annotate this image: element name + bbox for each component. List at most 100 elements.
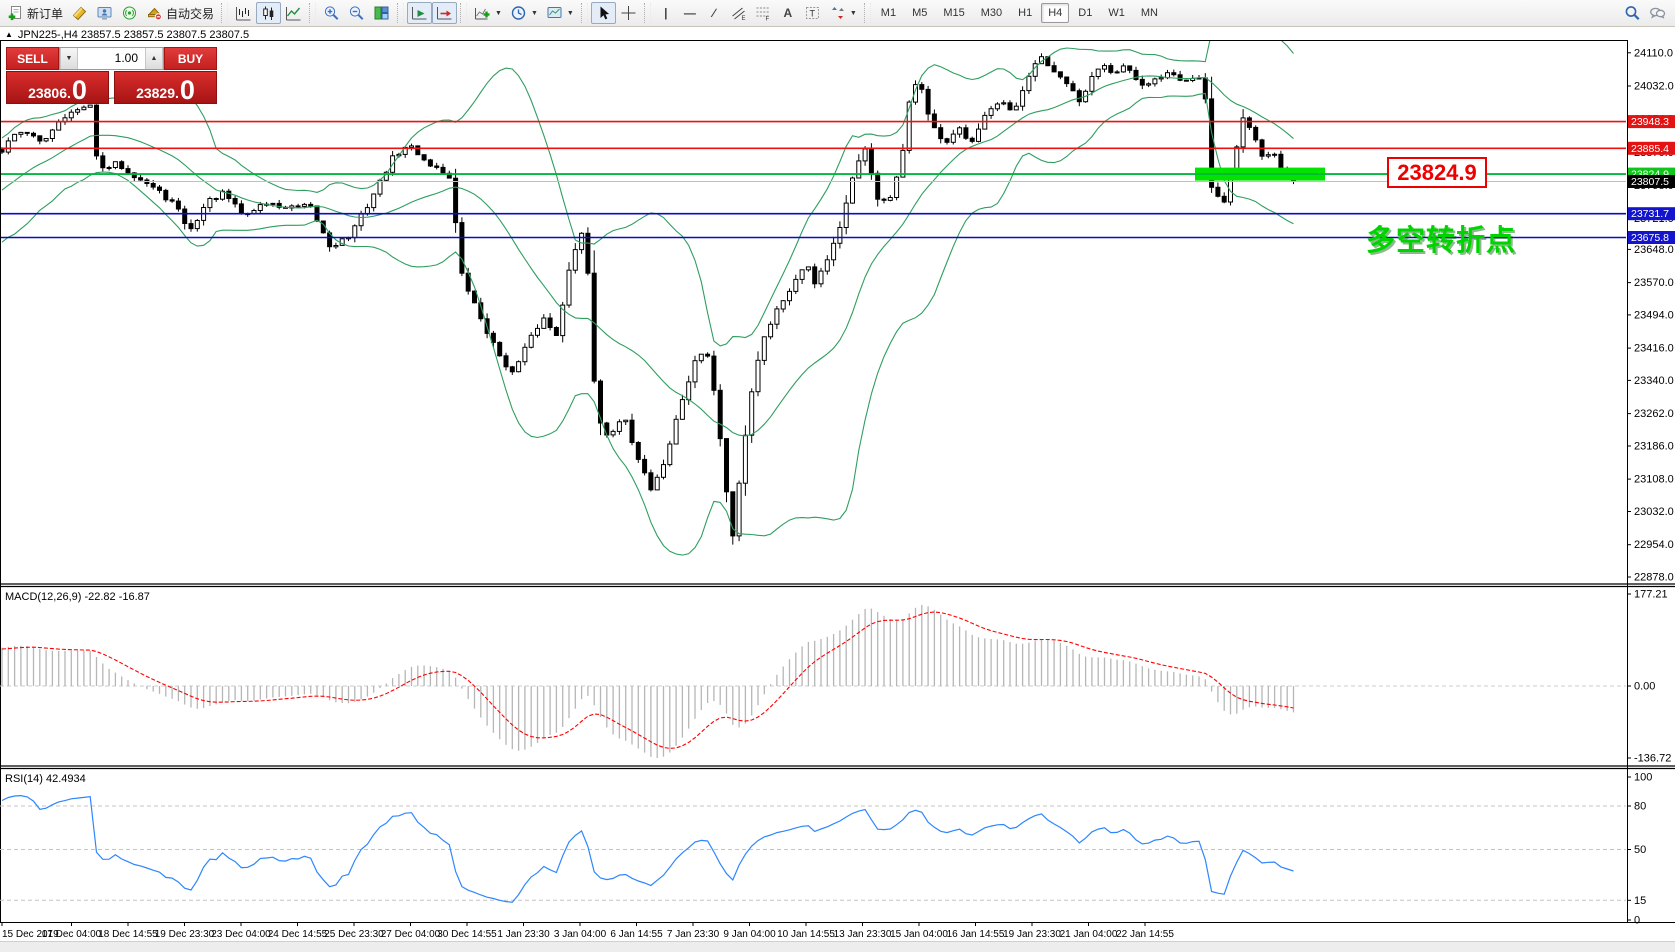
- auto-scroll-button[interactable]: [407, 2, 432, 24]
- time-tick-label: 7 Jan 23:30: [667, 929, 720, 940]
- channel-tool-button[interactable]: E: [726, 2, 751, 24]
- timeframe-m15-button[interactable]: M15: [936, 3, 971, 23]
- rsi-label: RSI(14) 42.4934: [5, 773, 86, 785]
- crosshair-icon: [620, 5, 637, 21]
- price-tick-label: 23186.0: [1634, 441, 1674, 453]
- volume-up-button[interactable]: ▲: [145, 48, 163, 69]
- indicators-icon: [474, 5, 491, 21]
- tile-windows-button[interactable]: [369, 2, 394, 24]
- volume-down-button[interactable]: ▼: [60, 48, 78, 69]
- cursor-icon: [595, 5, 612, 21]
- time-tick-label: 10 Jan 14:55: [777, 929, 835, 940]
- timeframe-w1-button[interactable]: W1: [1101, 3, 1132, 23]
- periods-button[interactable]: ▼: [506, 2, 542, 24]
- arrows-icon: [829, 5, 846, 21]
- sell-button[interactable]: SELL: [6, 47, 59, 70]
- rsi-tick-label: 50: [1634, 844, 1646, 856]
- svg-text:F: F: [765, 17, 769, 22]
- toolbar-grip: [221, 3, 228, 23]
- auto-trading-button[interactable]: 自动交易: [142, 2, 218, 24]
- new-order-icon: [7, 5, 24, 21]
- toolbar-grip: [309, 3, 316, 23]
- rsi-tick-label: 15: [1634, 895, 1646, 907]
- data-window-button[interactable]: [92, 2, 117, 24]
- volume-value[interactable]: 1.00: [78, 48, 145, 69]
- volume-stepper: ▼ 1.00 ▲: [59, 47, 164, 70]
- collapse-trade-panel-arrow[interactable]: ▲: [5, 31, 13, 39]
- symbol-header: ▲ JPN225-,H4 23857.5 23857.5 23807.5 238…: [5, 29, 249, 41]
- buy-price-main: 23829.: [136, 86, 179, 101]
- chat-icon[interactable]: [1649, 5, 1666, 21]
- toolbar-grip: [460, 3, 467, 23]
- bar-chart-button[interactable]: [231, 2, 256, 24]
- new-order-button[interactable]: 新订单: [3, 2, 67, 24]
- time-tick-label: 18 Dec 14:55: [98, 929, 158, 940]
- price-line-badge: 23885.4: [1631, 143, 1669, 155]
- macd-tick-label: 177.21: [1634, 589, 1668, 601]
- tile-windows-icon: [373, 5, 390, 21]
- svg-text:T: T: [809, 9, 815, 19]
- cursor-tool-button[interactable]: [591, 2, 616, 24]
- rsi-tick-label: 0: [1634, 915, 1640, 927]
- rsi-tick-label: 80: [1634, 801, 1646, 813]
- line-chart-button[interactable]: [281, 2, 306, 24]
- one-click-trade-panel: SELL ▼ 1.00 ▲ BUY 23806. 0 23829. 0: [6, 47, 217, 104]
- indicators-button[interactable]: ▼: [470, 2, 506, 24]
- price-annotation-box[interactable]: 23824.9: [1387, 157, 1487, 188]
- broadcast-icon: [121, 5, 138, 21]
- template-icon: [546, 5, 563, 21]
- text-icon: A: [781, 6, 795, 20]
- vertical-line-tool-button[interactable]: |: [654, 2, 678, 24]
- price-tick-label: 23648.0: [1634, 244, 1674, 256]
- zoom-in-button[interactable]: [319, 2, 344, 24]
- search-icon[interactable]: [1624, 5, 1641, 21]
- trendline-tool-button[interactable]: ∕: [702, 2, 726, 24]
- buy-button[interactable]: BUY: [164, 47, 217, 70]
- time-tick-label: 9 Jan 04:00: [723, 929, 776, 940]
- svg-text:E: E: [741, 16, 745, 21]
- zoom-out-icon: [348, 5, 365, 21]
- sell-price-big-digit: 0: [72, 79, 87, 101]
- timeframe-h4-button[interactable]: H4: [1041, 3, 1069, 23]
- timeframe-mn-button[interactable]: MN: [1134, 3, 1165, 23]
- turning-point-note[interactable]: 多空转折点: [1366, 217, 1516, 259]
- crosshair-tool-button[interactable]: [616, 2, 641, 24]
- buy-price-display[interactable]: 23829. 0: [114, 71, 217, 104]
- timeframe-m5-button[interactable]: M5: [905, 3, 934, 23]
- text-tool-button[interactable]: A: [776, 2, 800, 24]
- time-tick-label: 24 Dec 14:55: [268, 929, 328, 940]
- expert-advisor-hat-icon: [146, 5, 163, 21]
- sell-price-main: 23806.: [28, 86, 71, 101]
- text-label-tool-button[interactable]: T: [800, 2, 825, 24]
- arrows-tool-button[interactable]: ▼: [825, 2, 861, 24]
- timeframe-m1-button[interactable]: M1: [874, 3, 903, 23]
- timeframe-h1-button[interactable]: H1: [1011, 3, 1039, 23]
- time-tick-label: 25 Dec 23:30: [324, 929, 384, 940]
- price-tick-label: 23262.0: [1634, 408, 1674, 420]
- trendline-icon: ∕: [707, 6, 721, 20]
- time-tick-label: 22 Jan 14:55: [1116, 929, 1174, 940]
- timeframe-m30-button[interactable]: M30: [974, 3, 1009, 23]
- zoom-out-button[interactable]: [344, 2, 369, 24]
- time-tick-label: 27 Dec 04:00: [381, 929, 441, 940]
- price-tick-label: 23108.0: [1634, 474, 1674, 486]
- sell-price-display[interactable]: 23806. 0: [6, 71, 109, 104]
- signals-button[interactable]: [117, 2, 142, 24]
- price-tick-label: 22954.0: [1634, 539, 1674, 551]
- market-watch-button[interactable]: [67, 2, 92, 24]
- chart-shift-button[interactable]: [432, 2, 457, 24]
- candlestick-chart-button[interactable]: [256, 2, 281, 24]
- time-tick-label: 15 Jan 04:00: [890, 929, 948, 940]
- vertical-line-icon: |: [659, 6, 673, 20]
- fibonacci-tool-button[interactable]: F: [751, 2, 776, 24]
- macd-tick-label: 0.00: [1634, 681, 1655, 693]
- time-tick-label: 21 Jan 04:00: [1060, 929, 1118, 940]
- buy-price-big-digit: 0: [180, 79, 195, 101]
- time-tick-label: 13 Jan 23:30: [834, 929, 892, 940]
- price-line-badge: 23948.3: [1631, 116, 1669, 128]
- equidistant-channel-icon: E: [730, 5, 747, 21]
- horizontal-line-tool-button[interactable]: —: [678, 2, 702, 24]
- line-chart-icon: [285, 5, 302, 21]
- timeframe-d1-button[interactable]: D1: [1071, 3, 1099, 23]
- templates-button[interactable]: ▼: [542, 2, 578, 24]
